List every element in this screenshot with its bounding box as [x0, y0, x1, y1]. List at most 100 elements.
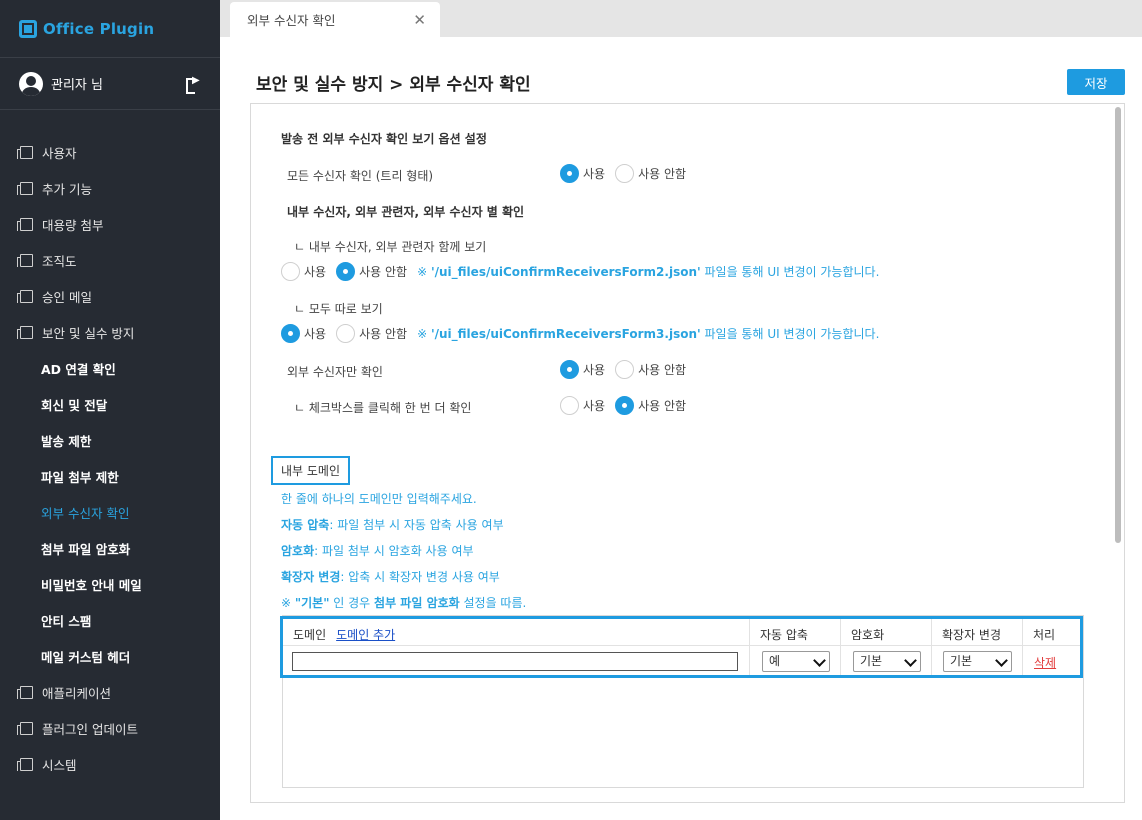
sidebar-item-security[interactable]: 보안 및 실수 방지 [0, 314, 220, 350]
sidebar-subitem-ad-check[interactable]: AD 연결 확인 [0, 350, 220, 386]
radio-label: 사용 [583, 363, 606, 377]
logout-icon[interactable] [186, 75, 200, 94]
delete-link[interactable]: 삭제 [1034, 654, 1056, 671]
table-header: 도메인 도메인 추가 자동 압축 암호화 확장자 변경 처리 [283, 619, 1080, 646]
radio-group-external-only: 사용 사용 안함 [560, 360, 696, 379]
sidebar-item-large-attachment[interactable]: 대용량 첨부 [0, 206, 220, 242]
sidebar-item-system[interactable]: 시스템 [0, 746, 220, 782]
row-label-separate: ㄴ 모두 따로 보기 [294, 302, 383, 316]
sidebar-item-label: 플러그인 업데이트 [42, 721, 138, 737]
scrollbar[interactable] [1115, 107, 1121, 543]
sidebar-item-addons[interactable]: 추가 기능 [0, 170, 220, 206]
page-title: 보안 및 실수 방지 > 외부 수신자 확인 [256, 75, 531, 95]
compress-select[interactable]: 예 [762, 651, 830, 672]
sidebar-item-plugin-update[interactable]: 플러그인 업데이트 [0, 710, 220, 746]
app-title: Office Plugin [43, 19, 155, 38]
page-icon [17, 181, 33, 195]
radio-use[interactable] [560, 164, 579, 183]
radio-label: 사용 [304, 265, 327, 279]
page-icon [17, 253, 33, 267]
page-icon [17, 685, 33, 699]
sidebar-item-label: 추가 기능 [42, 181, 92, 197]
radio-label: 사용 안함 [638, 363, 687, 377]
radio-not-use[interactable] [615, 360, 635, 379]
radio-label: 사용 안함 [638, 399, 687, 413]
sidebar-subitem-send-limit[interactable]: 발송 제한 [0, 422, 220, 458]
domain-hint-encrypt: 암호화: 파일 첨부 시 암호화 사용 여부 [281, 544, 474, 558]
internal-domain-label: 내부 도메인 [271, 456, 351, 485]
encrypt-select[interactable]: 기본 [853, 651, 921, 672]
sidebar-item-approval-mail[interactable]: 승인 메일 [0, 278, 220, 314]
radio-use[interactable] [281, 262, 300, 281]
sidebar: Office Plugin 관리자 님 사용자 추가 기능 대용량 첨부 조직도… [0, 0, 220, 820]
sidebar-subitem-external-recipients[interactable]: 외부 수신자 확인 [0, 494, 220, 530]
row-label-all: 모든 수신자 확인 (트리 형태) [287, 169, 434, 183]
select-value: 예 [769, 654, 781, 668]
radio-not-use[interactable] [336, 324, 356, 343]
section-title: 발송 전 외부 수신자 확인 보기 옵션 설정 [281, 132, 487, 146]
form2-note: ※ '/ui_files/uiConfirmReceiversForm2.jso… [417, 265, 880, 279]
page-icon [17, 289, 33, 303]
tab-label: 외부 수신자 확인 [247, 13, 336, 28]
sidebar-subitem-attachment-limit[interactable]: 파일 첨부 제한 [0, 458, 220, 494]
radio-not-use[interactable] [336, 262, 356, 281]
select-value: 기본 [860, 654, 883, 668]
save-button[interactable]: 저장 [1067, 69, 1125, 95]
domain-table: 도메인 도메인 추가 자동 압축 암호화 확장자 변경 처리 예 기본 기본 삭… [280, 616, 1083, 678]
radio-use[interactable] [281, 324, 300, 343]
sidebar-item-users[interactable]: 사용자 [0, 134, 220, 170]
radio-label: 사용 [304, 327, 327, 341]
page-icon [17, 145, 33, 159]
domain-input[interactable] [292, 652, 738, 671]
domain-hint-one-per-line: 한 줄에 하나의 도메인만 입력해주세요. [281, 492, 477, 506]
user-row: 관리자 님 [0, 58, 220, 110]
folder-open-icon [17, 325, 33, 339]
page-icon [17, 757, 33, 771]
main-content: 보안 및 실수 방지 > 외부 수신자 확인 저장 발송 전 외부 수신자 확인… [220, 37, 1142, 820]
radio-not-use[interactable] [615, 164, 635, 183]
sidebar-subitem-custom-header[interactable]: 메일 커스텀 헤더 [0, 638, 220, 674]
radio-not-use[interactable] [615, 396, 635, 415]
sidebar-item-org-chart[interactable]: 조직도 [0, 242, 220, 278]
column-divider [931, 619, 932, 675]
chevron-down-icon [995, 654, 1008, 667]
sidebar-subitem-password-mail[interactable]: 비밀번호 안내 메일 [0, 566, 220, 602]
form3-note: ※ '/ui_files/uiConfirmReceiversForm3.jso… [417, 327, 880, 341]
sidebar-item-label: 시스템 [42, 757, 77, 773]
domain-hint-default: ※ "기본" 인 경우 첨부 파일 암호화 설정을 따름. [281, 596, 527, 610]
domain-hint-extension: 확장자 변경: 압축 시 확장자 변경 사용 여부 [281, 570, 500, 584]
app-logo[interactable]: Office Plugin [0, 0, 220, 58]
sidebar-subitem-anti-spam[interactable]: 안티 스팸 [0, 602, 220, 638]
group-title: 내부 수신자, 외부 관련자, 외부 수신자 별 확인 [287, 205, 525, 219]
radio-use[interactable] [560, 360, 579, 379]
sidebar-subitem-reply-forward[interactable]: 회신 및 전달 [0, 386, 220, 422]
radio-label: 사용 안함 [359, 265, 408, 279]
sidebar-item-applications[interactable]: 애플리케이션 [0, 674, 220, 710]
col-compress: 자동 압축 [760, 628, 808, 642]
radio-use[interactable] [560, 396, 579, 415]
col-action: 처리 [1033, 628, 1056, 642]
sidebar-subitem-attachment-encryption[interactable]: 첨부 파일 암호화 [0, 530, 220, 566]
extension-select[interactable]: 기본 [943, 651, 1012, 672]
sidebar-item-label: 보안 및 실수 방지 [42, 325, 135, 341]
row-label-external-only: 외부 수신자만 확인 [287, 365, 383, 379]
chevron-down-icon [904, 654, 917, 667]
sidebar-item-label: 승인 메일 [42, 289, 92, 305]
column-divider [749, 619, 750, 675]
add-domain-link[interactable]: 도메인 추가 [336, 628, 395, 642]
radio-group-separate: 사용 사용 안함 ※ '/ui_files/uiConfirmReceivers… [281, 324, 879, 343]
close-icon[interactable]: ✕ [413, 11, 426, 29]
radio-group-together: 사용 사용 안함 ※ '/ui_files/uiConfirmReceivers… [281, 262, 879, 281]
tab-external-recipients[interactable]: 외부 수신자 확인 ✕ [230, 2, 440, 37]
radio-label: 사용 안함 [359, 327, 408, 341]
sidebar-item-label: 대용량 첨부 [42, 217, 104, 233]
chevron-down-icon [813, 654, 826, 667]
page-icon [17, 721, 33, 735]
col-extension: 확장자 변경 [942, 628, 1002, 642]
sidebar-item-label: 애플리케이션 [42, 685, 112, 701]
column-divider [1022, 619, 1023, 675]
radio-label: 사용 [583, 399, 606, 413]
radio-label: 사용 안함 [638, 167, 687, 181]
col-encrypt: 암호화 [851, 628, 885, 642]
user-name: 관리자 님 [51, 78, 103, 93]
